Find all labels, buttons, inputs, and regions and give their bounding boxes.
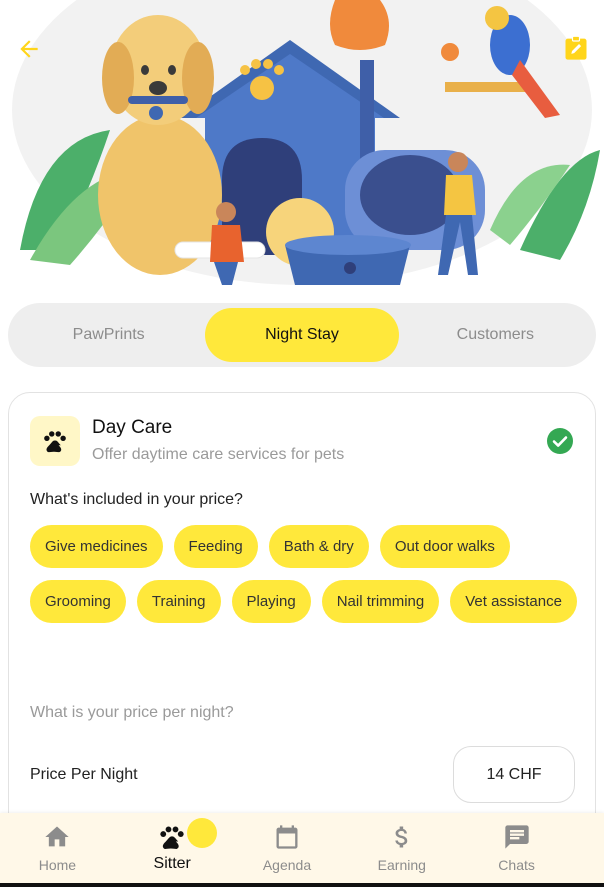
arrow-left-icon — [20, 40, 38, 58]
service-subtitle: Offer daytime care services for pets — [92, 446, 345, 463]
service-icon-box — [30, 416, 80, 466]
nav-home[interactable]: Home — [0, 813, 115, 887]
back-button[interactable] — [12, 32, 46, 66]
nav-sitter[interactable]: Sitter — [115, 813, 230, 887]
nav-earning[interactable]: Earning — [344, 813, 459, 887]
tab-customers[interactable]: Customers — [399, 308, 592, 362]
chip-out-door-walks[interactable]: Out door walks — [379, 525, 510, 568]
price-per-night-input[interactable]: 14 CHF — [453, 746, 575, 803]
chat-icon — [504, 825, 529, 849]
paw-icon — [160, 826, 184, 850]
price-question: What is your price per night? — [30, 704, 234, 721]
included-chips: Give medicines Feeding Bath & dry Out do… — [30, 525, 580, 623]
home-icon — [45, 826, 70, 847]
chip-training[interactable]: Training — [136, 580, 221, 623]
edit-button[interactable] — [561, 33, 591, 63]
nav-agenda[interactable]: Agenda — [230, 813, 345, 887]
price-per-night-label: Price Per Night — [30, 766, 138, 783]
chip-grooming[interactable]: Grooming — [30, 580, 126, 623]
dollar-icon — [395, 826, 408, 848]
check-circle-icon[interactable] — [547, 428, 573, 454]
nav-agenda-label: Agenda — [262, 857, 312, 873]
nav-earning-label: Earning — [377, 857, 426, 873]
hero-illustration — [0, 0, 604, 285]
nav-home-label: Home — [38, 857, 77, 873]
chip-give-medicines[interactable]: Give medicines — [30, 525, 163, 568]
paw-icon — [44, 431, 66, 453]
chip-feeding[interactable]: Feeding — [173, 525, 258, 568]
chip-nail-trimming[interactable]: Nail trimming — [321, 580, 440, 623]
service-tabs: PawPrints Night Stay Customers — [8, 303, 596, 367]
chip-bath-dry[interactable]: Bath & dry — [268, 525, 369, 568]
nav-chats-label: Chats — [498, 857, 535, 873]
chip-vet-assistance[interactable]: Vet assistance — [450, 580, 577, 623]
included-question: What's included in your price? — [30, 491, 243, 508]
tab-pawprints[interactable]: PawPrints — [12, 308, 205, 362]
bottom-navigation: Home Sitter Agenda Earning Chats — [0, 813, 604, 887]
tab-night-stay[interactable]: Night Stay — [205, 308, 399, 362]
chip-playing[interactable]: Playing — [231, 580, 311, 623]
nav-sitter-label: Sitter — [153, 855, 191, 872]
active-indicator-dot — [186, 818, 217, 848]
nav-chats[interactable]: Chats — [459, 813, 574, 887]
calendar-icon — [276, 825, 298, 849]
pet-house-illustration — [12, 0, 600, 285]
system-bar — [0, 883, 604, 887]
edit-note-icon — [565, 35, 587, 60]
service-title: Day Care — [92, 417, 173, 438]
